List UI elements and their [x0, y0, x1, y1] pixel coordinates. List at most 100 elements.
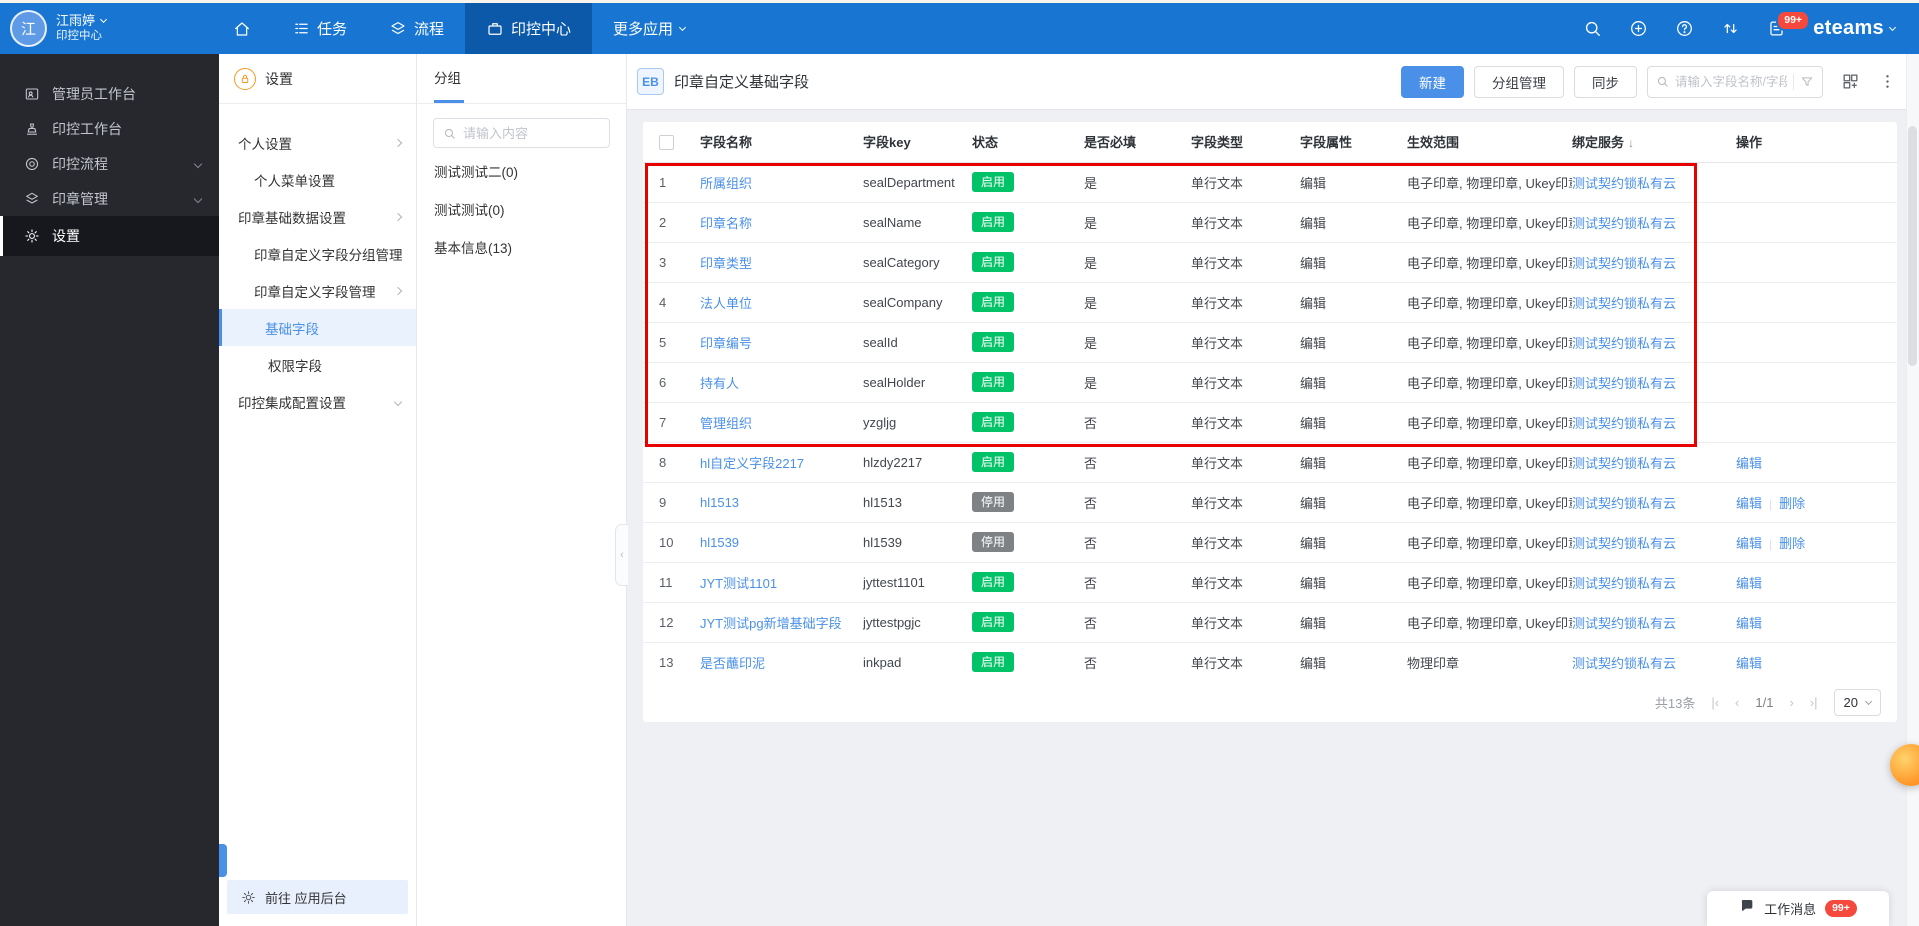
- field-attr: 编辑: [1300, 521, 1407, 562]
- new-button[interactable]: 新建: [1401, 65, 1464, 98]
- panel-collapse-handle[interactable]: [219, 844, 227, 877]
- nav-seal-center[interactable]: 印控中心: [465, 3, 593, 54]
- service-link[interactable]: 测试契约锁私有云: [1572, 616, 1676, 631]
- last-page-button[interactable]: ›|: [1810, 695, 1818, 710]
- field-name-link[interactable]: 管理组织: [700, 416, 752, 431]
- plus-circle-icon[interactable]: [1629, 19, 1648, 38]
- page-size-select[interactable]: 20: [1833, 688, 1881, 716]
- field-name-link[interactable]: 印章名称: [700, 216, 752, 231]
- group-search-input[interactable]: [463, 125, 600, 141]
- prev-page-button[interactable]: ‹: [1735, 695, 1739, 710]
- more-actions-icon[interactable]: [1878, 72, 1897, 91]
- nav-flow[interactable]: 流程: [368, 3, 465, 54]
- sync-arrows-icon[interactable]: [1721, 19, 1740, 38]
- avatar[interactable]: 江: [10, 10, 47, 47]
- sidebar-item-seal-workbench[interactable]: 印控工作台: [0, 111, 219, 146]
- view-switch-icon[interactable]: [1841, 72, 1860, 91]
- nav-tasks[interactable]: 任务: [272, 3, 368, 54]
- edit-action-link[interactable]: 编辑: [1736, 496, 1762, 511]
- tab-group[interactable]: 分组: [434, 54, 461, 104]
- edit-action-link[interactable]: 编辑: [1736, 456, 1762, 471]
- field-name-link[interactable]: hl1513: [700, 495, 739, 510]
- select-all-checkbox[interactable]: [659, 134, 674, 150]
- settings-item-personal[interactable]: 个人设置: [219, 124, 416, 161]
- field-search-box[interactable]: [1647, 65, 1823, 98]
- sort-desc-icon[interactable]: ↓: [1628, 136, 1634, 150]
- service-link[interactable]: 测试契约锁私有云: [1572, 256, 1676, 271]
- settings-item-label: 权限字段: [268, 358, 322, 374]
- field-search-input[interactable]: [1675, 74, 1787, 89]
- help-icon[interactable]: [1675, 19, 1694, 38]
- delete-action-link[interactable]: 删除: [1779, 536, 1805, 551]
- sidebar-item-seal-flow[interactable]: 印控流程: [0, 146, 219, 181]
- group-item[interactable]: 测试测试二(0): [417, 154, 626, 192]
- settings-item-label: 个人菜单设置: [254, 173, 335, 189]
- service-link[interactable]: 测试契约锁私有云: [1572, 376, 1676, 391]
- group-item[interactable]: 基本信息(13): [417, 230, 626, 268]
- scrollbar-track[interactable]: [1906, 54, 1919, 926]
- goto-admin-backend-button[interactable]: 前往 应用后台: [227, 880, 408, 914]
- field-name-link[interactable]: 所属组织: [700, 176, 752, 191]
- field-name-link[interactable]: JYT测试1101: [700, 576, 777, 591]
- field-name-cell: 管理组织: [698, 401, 863, 442]
- field-name-link[interactable]: JYT测试pg新增基础字段: [700, 616, 842, 631]
- tasks-icon: [293, 20, 310, 37]
- settings-item-permission-fields[interactable]: 权限字段: [219, 346, 416, 383]
- field-name-link[interactable]: 印章类型: [700, 256, 752, 271]
- edit-action-link[interactable]: 编辑: [1736, 616, 1762, 631]
- messages-button[interactable]: 99+: [1767, 10, 1811, 38]
- service-cell: 测试契约锁私有云: [1572, 641, 1736, 682]
- field-name-link[interactable]: hl1539: [700, 535, 739, 550]
- gear-icon: [24, 228, 40, 244]
- sidebar-item-seal-manage[interactable]: 印章管理: [0, 181, 219, 216]
- brand-logo[interactable]: eteams: [1813, 17, 1897, 40]
- group-search-box[interactable]: [433, 118, 610, 148]
- edit-action-link[interactable]: 编辑: [1736, 576, 1762, 591]
- scrollbar-thumb[interactable]: [1908, 126, 1917, 366]
- sidebar-item-settings[interactable]: 设置: [0, 216, 219, 256]
- service-link[interactable]: 测试契约锁私有云: [1572, 336, 1676, 351]
- settings-item-integration-config[interactable]: 印控集成配置设置: [219, 383, 416, 420]
- work-messages-bar[interactable]: 工作消息 99+: [1707, 891, 1889, 926]
- field-name-link[interactable]: 法人单位: [700, 296, 752, 311]
- service-link[interactable]: 测试契约锁私有云: [1572, 496, 1676, 511]
- settings-item-basic-fields[interactable]: 基础字段: [219, 309, 416, 346]
- next-page-button[interactable]: ›: [1789, 695, 1793, 710]
- sidebar-item-admin-workbench[interactable]: 管理员工作台: [0, 76, 219, 111]
- service-link[interactable]: 测试契约锁私有云: [1572, 416, 1676, 431]
- column-header-service[interactable]: 绑定服务 ↓: [1572, 122, 1736, 163]
- settings-item-custom-field-manage[interactable]: 印章自定义字段管理: [219, 272, 416, 309]
- service-link[interactable]: 测试契约锁私有云: [1572, 216, 1676, 231]
- user-menu[interactable]: 江 江雨婷 印控中心: [0, 10, 200, 47]
- service-link[interactable]: 测试契约锁私有云: [1572, 296, 1676, 311]
- settings-item-seal-base-data[interactable]: 印章基础数据设置: [219, 198, 416, 235]
- group-manage-button[interactable]: 分组管理: [1474, 65, 1564, 98]
- settings-item-field-group-manage[interactable]: 印章自定义字段分组管理: [219, 235, 416, 272]
- settings-item-personal-menu[interactable]: 个人菜单设置: [219, 161, 416, 198]
- collapse-left-handle[interactable]: ‹: [615, 524, 628, 586]
- sync-button[interactable]: 同步: [1574, 65, 1637, 98]
- caret-down-icon: [1888, 23, 1897, 31]
- service-link[interactable]: 测试契约锁私有云: [1572, 576, 1676, 591]
- group-item[interactable]: 测试测试(0): [417, 192, 626, 230]
- filter-icon[interactable]: [1800, 75, 1814, 89]
- service-link[interactable]: 测试契约锁私有云: [1572, 176, 1676, 191]
- service-link[interactable]: 测试契约锁私有云: [1572, 456, 1676, 471]
- status-cell: 启用: [972, 361, 1084, 402]
- service-link[interactable]: 测试契约锁私有云: [1572, 656, 1676, 671]
- admin-workbench-icon: [24, 86, 40, 102]
- field-key: hl1539: [863, 521, 972, 562]
- field-name-link[interactable]: 是否蘸印泥: [700, 656, 765, 671]
- seal-flow-icon: [24, 156, 40, 172]
- nav-more-apps[interactable]: 更多应用: [592, 3, 706, 54]
- service-link[interactable]: 测试契约锁私有云: [1572, 536, 1676, 551]
- first-page-button[interactable]: |‹: [1711, 695, 1719, 710]
- field-name-link[interactable]: 印章编号: [700, 336, 752, 351]
- nav-home[interactable]: [212, 3, 272, 54]
- field-name-link[interactable]: hl自定义字段2217: [700, 456, 804, 471]
- field-name-link[interactable]: 持有人: [700, 376, 739, 391]
- search-icon[interactable]: [1583, 19, 1602, 38]
- delete-action-link[interactable]: 删除: [1779, 496, 1805, 511]
- edit-action-link[interactable]: 编辑: [1736, 536, 1762, 551]
- edit-action-link[interactable]: 编辑: [1736, 656, 1762, 671]
